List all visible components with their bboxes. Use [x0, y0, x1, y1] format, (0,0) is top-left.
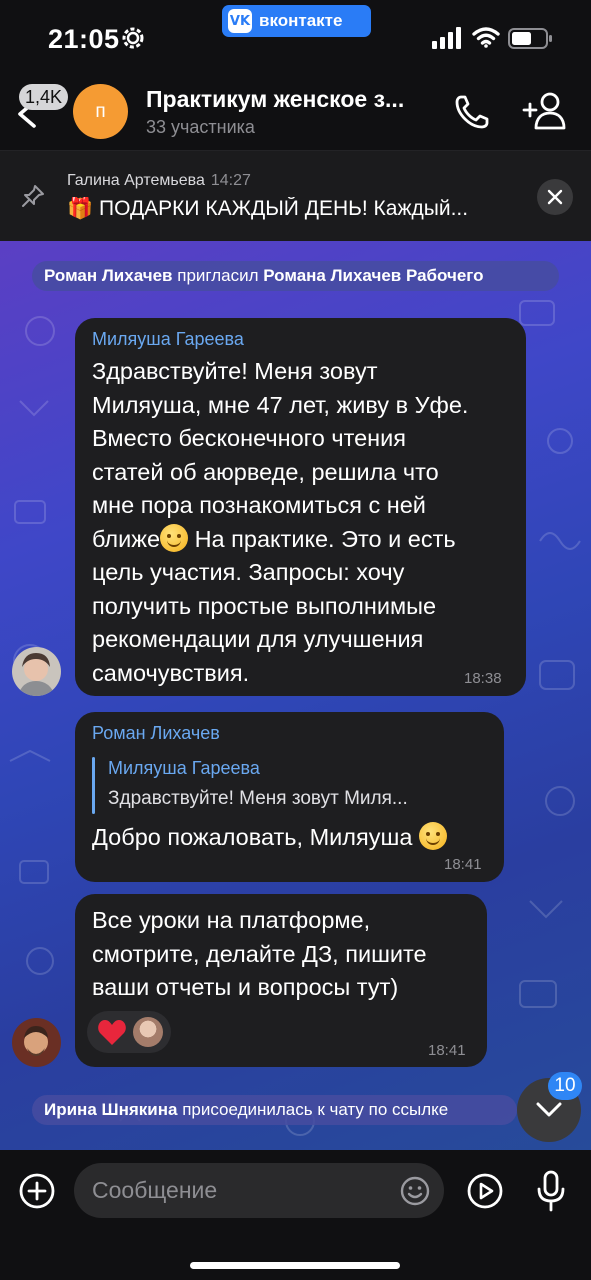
signal-icon [432, 27, 461, 49]
heart-icon [98, 1020, 126, 1045]
message-reactions[interactable] [87, 1011, 171, 1053]
smile-icon [418, 822, 447, 850]
microphone-icon[interactable] [536, 1170, 566, 1212]
pinned-text: 🎁 ПОДАРКИ КАЖДЫЙ ДЕНЬ! Каждый... [67, 197, 469, 220]
message-fragment: Добро пожаловать, Миляуша [92, 824, 419, 850]
avatar-letter: п [95, 100, 106, 122]
status-time: 21:05 [48, 24, 120, 54]
reply-quote-bar [92, 757, 95, 814]
message-line: получить простые выполнимые [92, 592, 437, 619]
message-time: 18:41 [444, 856, 482, 873]
reactor-avatar [133, 1017, 163, 1047]
wifi-icon [472, 27, 500, 48]
video-icon[interactable] [466, 1172, 504, 1210]
pin-icon [22, 185, 44, 207]
battery-icon [508, 28, 552, 49]
chat-title[interactable]: Практикум женское з... [146, 86, 436, 113]
avatar[interactable] [12, 1018, 61, 1067]
avatar[interactable] [12, 647, 61, 696]
unread-badge: 1,4K [19, 84, 69, 110]
service-message-join: Ирина Шнякина присоединилась к чату по с… [32, 1095, 517, 1125]
sticker-icon[interactable] [399, 1175, 431, 1207]
message-line: мне пора познакомиться с ней [92, 492, 426, 518]
pinned-message[interactable]: Галина Артемьева 14:27 🎁 ПОДАРКИ КАЖДЫЙ Д… [0, 150, 591, 241]
message-bubble[interactable]: Миляуша Гареева Здравствуйте! Меня зовут… [75, 318, 526, 696]
invite-actor[interactable]: Роман Лихачев [44, 266, 173, 285]
message-line: смотрите, делайте ДЗ, пишите [92, 940, 427, 967]
gear-icon [122, 27, 144, 49]
reply-sender[interactable]: Миляуша Гареева [108, 758, 260, 779]
reply-text[interactable]: Здравствуйте! Меня зовут Миля... [108, 788, 408, 810]
app-label: вконтакте [259, 11, 343, 30]
vk-logo-icon: VK [228, 9, 252, 33]
message-line: ваши отчеты и вопросы тут) [92, 974, 399, 1000]
message-time: 18:38 [464, 670, 502, 687]
pinned-author-name: Галина Артемьева [67, 172, 205, 189]
message-input[interactable] [92, 1163, 392, 1218]
home-indicator [190, 1262, 400, 1269]
chat-header: 1,4K п Практикум женское з... 33 участни… [0, 78, 591, 150]
message-bubble[interactable]: Роман Лихачев Миляуша Гареева Здравствуй… [75, 712, 504, 882]
chevron-down-icon [536, 1102, 562, 1117]
invite-target[interactable]: Романа Лихачев Рабочего [263, 266, 483, 285]
vk-app-pill[interactable]: VK вконтакте [222, 5, 371, 37]
message-time: 18:41 [428, 1042, 466, 1059]
message-fragment: ближе [92, 525, 161, 552]
message-text: Здравствуйте! Меня зовут Миляуша, мне 47… [92, 355, 517, 690]
message-text: Добро пожаловать, Миляуша [92, 821, 492, 855]
message-input-container[interactable] [74, 1163, 444, 1218]
message-fragment: На практике. Это и есть [188, 525, 456, 552]
service-message-invite: Роман Лихачев пригласил Романа Лихачев Р… [32, 261, 559, 291]
pinned-time: 14:27 [210, 172, 251, 189]
user-photo [12, 1018, 61, 1067]
message-sender[interactable]: Миляуша Гареева [92, 329, 244, 350]
join-actor[interactable]: Ирина Шнякина [44, 1100, 177, 1119]
message-line: Миляуша, мне 47 лет, живу в Уфе. [92, 391, 469, 418]
message-line: цель участия. Запросы: хочу [92, 559, 405, 585]
plus-icon[interactable] [18, 1172, 56, 1210]
chat-avatar[interactable]: п [73, 84, 128, 139]
invite-action: пригласил [177, 266, 259, 285]
chat-member-count: 33 участника [146, 117, 255, 137]
message-composer [0, 1150, 591, 1280]
phone-icon[interactable] [452, 92, 492, 132]
message-bubble[interactable]: Все уроки на платформе, смотрите, делайт… [75, 894, 487, 1067]
message-line: самочувствия. [92, 659, 250, 686]
smiling-face-icon [160, 523, 189, 552]
message-line: Все уроки на платформе, [92, 907, 371, 933]
message-sender[interactable]: Роман Лихачев [92, 723, 220, 744]
add-user-icon[interactable] [520, 90, 568, 132]
message-line: Вместо бесконечного чтения [92, 425, 406, 451]
chat-feed[interactable]: Роман Лихачев пригласил Романа Лихачев Р… [0, 241, 591, 1150]
user-photo [12, 647, 61, 696]
close-pinned-button[interactable] [537, 179, 573, 215]
message-line: Здравствуйте! Меня зовут [92, 358, 378, 384]
message-line: статей об аюрведе, решила что [92, 458, 439, 485]
message-text: Все уроки на платформе, смотрите, делайт… [92, 904, 482, 1005]
message-line: ближе На практике. Это и есть [92, 523, 517, 557]
status-bar: 21:05 VK вконтакте [0, 0, 591, 78]
join-action: присоединилась к чату по ссылке [182, 1100, 449, 1119]
new-messages-badge: 10 [548, 1072, 582, 1100]
close-icon [547, 189, 563, 205]
message-line: рекомендации для улучшения [92, 626, 424, 652]
pinned-author: Галина Артемьева 14:27 [67, 172, 251, 190]
